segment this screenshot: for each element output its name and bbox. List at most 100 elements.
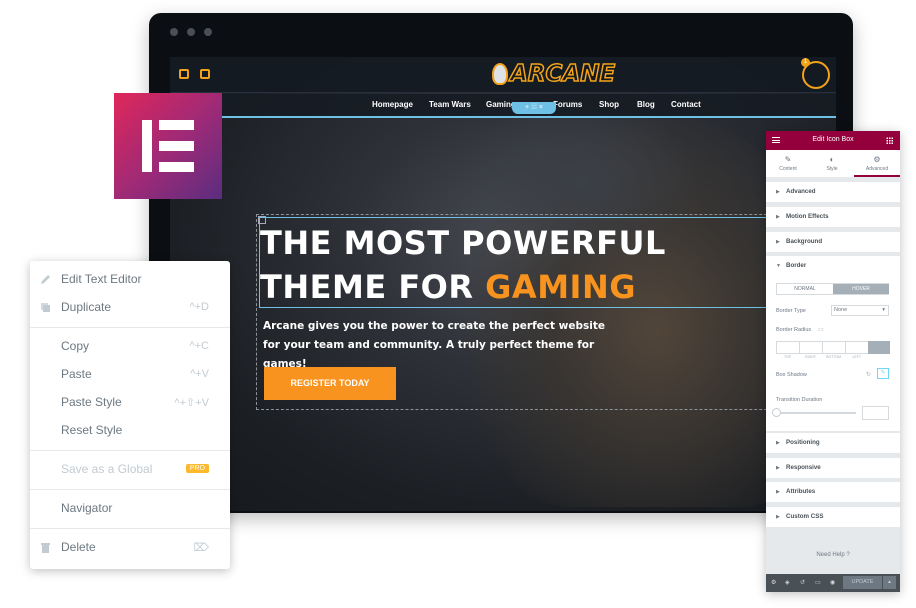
menu-paste-style[interactable]: Paste Style ^+⇧+V (30, 389, 230, 417)
section-border[interactable]: ▼ Border (766, 256, 900, 276)
pencil-icon (41, 275, 50, 284)
radius-right-input[interactable] (799, 341, 824, 354)
section-label: Motion Effects (786, 213, 829, 220)
nav-contact[interactable]: Contact (671, 100, 701, 109)
desktop-icon[interactable]: ▭ (818, 326, 824, 333)
discord-icon[interactable] (200, 69, 210, 79)
trash-icon (41, 543, 50, 553)
radius-top-input[interactable] (776, 341, 801, 354)
dim-label-spacer (868, 355, 889, 359)
site-nav: Homepage Team Wars Gaming Forums Shop Bl… (170, 94, 836, 116)
radius-left-input[interactable] (845, 341, 870, 354)
menu-divider (30, 327, 230, 328)
preview-eye-icon[interactable]: ◉ (830, 579, 835, 586)
panel-footer: ⚙ ◈ ↺ ▭ ◉ UPDATE ▲ (766, 574, 900, 592)
menu-delete[interactable]: Delete ⌦ (30, 534, 230, 562)
hero-title-accent: GAMING (485, 268, 636, 306)
section-label: Advanced (786, 188, 816, 195)
reset-icon[interactable]: ↻ (866, 371, 871, 378)
twitch-icon[interactable] (179, 69, 189, 79)
section-positioning[interactable]: ▶ Positioning (766, 433, 900, 453)
hero-subtitle[interactable]: Arcane gives you the power to create the… (263, 317, 623, 374)
caret-right-icon: ▶ (776, 514, 780, 520)
tab-label: Content (779, 166, 797, 172)
nav-forums[interactable]: Forums (553, 100, 582, 109)
menu-shortcut: ^+C (189, 340, 209, 352)
menu-divider (30, 489, 230, 490)
menu-edit-text-editor[interactable]: Edit Text Editor (30, 266, 230, 294)
hero-title[interactable]: THE MOST POWERFUL THEME FOR GAMING (260, 221, 666, 309)
widgets-grid-icon[interactable] (886, 137, 893, 144)
section-background[interactable]: ▶ Background (766, 232, 900, 252)
menu-divider (30, 450, 230, 451)
need-help-link[interactable]: Need Help ? (766, 552, 900, 558)
transition-duration-input[interactable] (862, 406, 889, 420)
box-shadow-label: Box Shadow (776, 372, 807, 378)
border-type-select[interactable]: None ▾ (831, 305, 889, 316)
menu-shortcut: ^+⇧+V (174, 397, 209, 409)
menu-navigator[interactable]: Navigator (30, 495, 230, 523)
window-dot[interactable] (170, 28, 178, 36)
hover-tab[interactable]: HOVER (833, 284, 889, 294)
section-custom-css[interactable]: ▶ Custom CSS (766, 507, 900, 527)
link-values-button[interactable] (868, 341, 891, 354)
transition-duration-label: Transition Duration (776, 397, 823, 403)
menu-save-as-global[interactable]: Save as a Global PRO (30, 456, 230, 484)
pencil-icon: ✎ (784, 155, 792, 164)
nav-team-wars[interactable]: Team Wars (429, 100, 471, 109)
menu-paste[interactable]: Paste ^+V (30, 361, 230, 389)
window-dot[interactable] (204, 28, 212, 36)
site-topbar: ARCANE 1 (170, 57, 836, 93)
dim-label: BOTTOM (826, 355, 842, 359)
caret-right-icon: ▶ (776, 214, 780, 220)
nav-shop[interactable]: Shop (599, 100, 619, 109)
tab-advanced[interactable]: ⚙ Advanced (854, 150, 900, 177)
settings-icon[interactable]: ⚙ (771, 579, 776, 586)
section-handle[interactable]: + ⁞⁞⁞ × (512, 102, 556, 114)
radius-labels: TOP RIGHT BOTTOM LEFT (776, 355, 889, 359)
menu-copy[interactable]: Copy ^+C (30, 333, 230, 361)
caret-right-icon: ▶ (776, 189, 780, 195)
update-button[interactable]: UPDATE (843, 576, 882, 589)
navigator-icon[interactable]: ◈ (785, 579, 790, 586)
nav-blog[interactable]: Blog (637, 100, 655, 109)
normal-tab[interactable]: NORMAL (777, 284, 833, 294)
website-preview: ARCANE 1 Homepage Team Wars Gaming Forum… (170, 57, 836, 511)
caret-right-icon: ▶ (776, 239, 780, 245)
panel-header: Edit Icon Box (766, 131, 900, 150)
radius-bottom-input[interactable] (822, 341, 847, 354)
menu-reset-style[interactable]: Reset Style (30, 417, 230, 445)
border-type-value: None (834, 307, 848, 313)
tab-content[interactable]: ✎ Content (766, 150, 810, 177)
logo-text: ARCANE (509, 60, 616, 88)
menu-label: Delete (61, 540, 96, 554)
menu-label: Navigator (61, 501, 113, 515)
caret-down-icon: ▼ (776, 263, 781, 269)
editor-panel: Edit Icon Box ✎ Content ◐ Style ⚙ Advanced … (766, 131, 900, 592)
need-help-label: Need Help (816, 552, 845, 558)
register-button[interactable]: REGISTER TODAY (264, 367, 396, 400)
update-options-button[interactable]: ▲ (883, 576, 896, 589)
caret-right-icon: ▶ (776, 489, 780, 495)
window-dot[interactable] (187, 28, 195, 36)
history-icon[interactable]: ↺ (800, 579, 805, 586)
section-outline-top (170, 116, 836, 118)
section-motion-effects[interactable]: ▶ Motion Effects (766, 207, 900, 227)
site-logo[interactable]: ARCANE (492, 60, 616, 88)
menu-label: Reset Style (61, 423, 123, 437)
section-attributes[interactable]: ▶ Attributes (766, 482, 900, 502)
transition-slider-track[interactable] (776, 412, 856, 414)
chevron-down-icon: ▾ (882, 307, 885, 313)
dim-label: LEFT (852, 355, 861, 359)
section-responsive[interactable]: ▶ Responsive (766, 458, 900, 478)
menu-duplicate[interactable]: Duplicate ^+D (30, 294, 230, 322)
gear-icon: ⚙ (873, 155, 881, 164)
section-advanced[interactable]: ▶ Advanced (766, 182, 900, 202)
box-shadow-edit-button[interactable]: ✎ (877, 368, 889, 379)
nav-homepage[interactable]: Homepage (372, 100, 413, 109)
transition-slider-handle[interactable] (772, 408, 781, 417)
tab-style[interactable]: ◐ Style (810, 150, 854, 177)
responsive-mode-icon[interactable]: ▭ (815, 579, 821, 586)
menu-label: Save as a Global (61, 462, 153, 476)
hero-title-line-2: THEME FOR GAMING (260, 265, 666, 309)
